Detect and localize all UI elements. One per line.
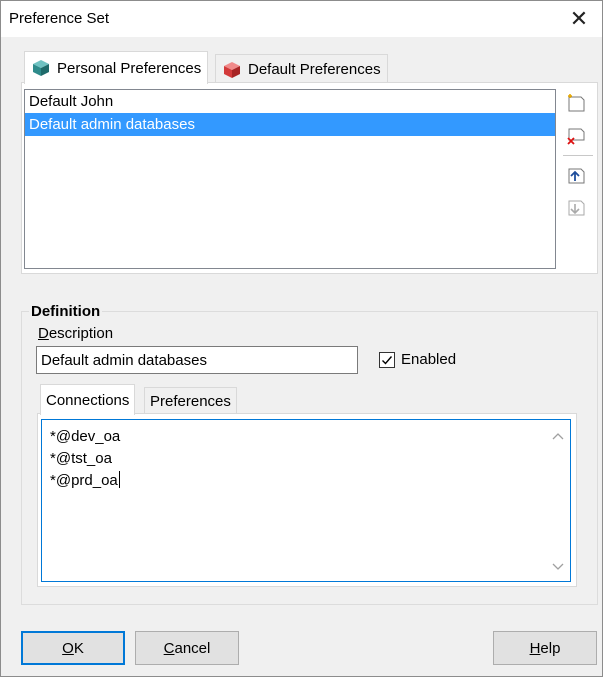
new-item-button[interactable] — [565, 93, 587, 115]
chevron-up-icon — [552, 433, 564, 440]
move-down-button[interactable] — [565, 197, 587, 219]
tab-default-preferences[interactable]: Default Preferences — [215, 54, 388, 84]
connection-line: *@dev_oa — [50, 428, 121, 445]
preference-list[interactable]: Default John Default admin databases — [24, 89, 556, 269]
enabled-checkbox-box[interactable] — [379, 351, 395, 368]
green-cube-icon — [33, 60, 49, 76]
list-item[interactable]: Default John — [25, 90, 555, 113]
red-cube-icon — [224, 61, 240, 78]
move-up-button[interactable] — [565, 165, 587, 187]
text-caret — [118, 471, 120, 488]
cancel-button[interactable]: Cancel — [135, 631, 239, 665]
connections-textarea[interactable]: *@dev_oa *@tst_oa *@prd_oa — [41, 419, 571, 582]
close-button[interactable]: ✕ — [556, 1, 602, 37]
connection-line: *@prd_oa — [50, 471, 120, 489]
move-up-icon — [568, 168, 585, 184]
enabled-label: Enabled — [401, 351, 457, 368]
close-icon: ✕ — [569, 6, 589, 31]
description-label: Description — [38, 325, 114, 342]
connection-line: *@tst_oa — [50, 450, 112, 467]
definition-heading: Definition — [29, 303, 103, 320]
toolbar-divider — [563, 155, 593, 156]
tab-connections[interactable]: Connections — [40, 384, 136, 415]
window-title: Preference Set — [9, 10, 110, 27]
new-item-icon — [568, 94, 585, 112]
chevron-down-icon — [552, 563, 564, 570]
help-button[interactable]: Help — [493, 631, 597, 665]
tab-label: Default Preferences — [248, 61, 381, 78]
delete-item-icon — [567, 128, 585, 145]
tab-preferences[interactable]: Preferences — [144, 387, 237, 415]
enabled-checkbox[interactable]: Enabled — [379, 351, 456, 368]
move-down-icon — [568, 200, 585, 216]
list-item[interactable]: Default admin databases — [25, 113, 555, 136]
title-bar: Preference Set ✕ — [1, 1, 602, 37]
tab-label: Personal Preferences — [57, 59, 202, 77]
scroll-down-arrow[interactable] — [550, 559, 566, 575]
preference-set-dialog: Preference Set ✕ Personal Preferences De… — [0, 0, 603, 677]
tab-personal-preferences[interactable]: Personal Preferences — [24, 51, 209, 84]
delete-item-button[interactable] — [565, 125, 587, 147]
checkmark-icon — [382, 355, 393, 365]
scroll-up-arrow[interactable] — [550, 428, 566, 444]
description-input[interactable] — [36, 346, 358, 374]
ok-button[interactable]: OK — [21, 631, 125, 665]
